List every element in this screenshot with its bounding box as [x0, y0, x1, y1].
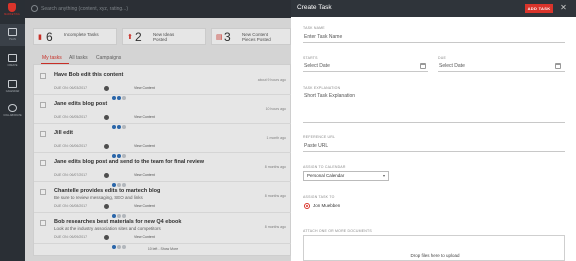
- sidebar-item-label: CALENDAR: [5, 90, 20, 93]
- calendar-select[interactable]: Personal Calendar ▾: [303, 171, 389, 181]
- calendar-select-label: ASSIGN TO CALENDAR: [303, 165, 346, 169]
- calendar-select-value: Personal Calendar: [307, 173, 345, 178]
- brand-logo[interactable]: MARKETING: [4, 3, 20, 19]
- create-task-panel: Create Task ADD TASK ✕ TASK NAME STARTS …: [291, 0, 576, 261]
- sidebar: MARKETING PLAN CREATE CALENDAR COLLABORA…: [0, 0, 25, 261]
- panel-header: Create Task ADD TASK ✕: [291, 0, 576, 17]
- sidebar-item-calendar[interactable]: CALENDAR: [0, 76, 25, 98]
- reference-url-input[interactable]: [303, 140, 565, 152]
- sidebar-item-label: PLAN: [9, 38, 16, 41]
- attach-label: ATTACH ONE OR MORE DOCUMENTS: [303, 229, 372, 233]
- start-date-input[interactable]: [303, 60, 428, 72]
- dropzone-text: Drop files here to upload: [410, 253, 460, 258]
- task-name-input[interactable]: [303, 31, 565, 43]
- sidebar-item-label: CREATE: [7, 64, 18, 67]
- assignee-radio[interactable]: [304, 203, 310, 209]
- create-icon: [8, 54, 17, 62]
- assign-label: ASSIGN TASK TO: [303, 195, 335, 199]
- calendar-icon[interactable]: [420, 63, 426, 69]
- due-date-input[interactable]: [438, 60, 565, 72]
- reference-url-label: REFERENCE URL: [303, 135, 336, 139]
- plan-icon: [8, 28, 17, 36]
- add-task-button[interactable]: ADD TASK: [525, 4, 553, 13]
- chevron-down-icon: ▾: [382, 173, 385, 178]
- sidebar-item-plan[interactable]: PLAN: [0, 24, 25, 46]
- calendar-icon: [8, 80, 17, 88]
- task-explanation-input[interactable]: [303, 92, 565, 123]
- sidebar-item-create[interactable]: CREATE: [0, 50, 25, 72]
- explanation-label: TASK EXPLANATION: [303, 86, 341, 90]
- panel-title: Create Task: [297, 4, 332, 11]
- calendar-icon[interactable]: [555, 63, 561, 69]
- logo-mark: [8, 3, 16, 12]
- task-name-label: TASK NAME: [303, 26, 325, 30]
- modal-backdrop[interactable]: [25, 0, 291, 261]
- file-dropzone[interactable]: Drop files here to upload: [303, 235, 565, 261]
- sidebar-item-collaborate[interactable]: COLLABORATE: [0, 100, 25, 122]
- close-icon[interactable]: ✕: [559, 3, 568, 13]
- assignee-name: Jon Muebben: [313, 203, 341, 208]
- people-icon: [8, 104, 17, 112]
- logo-text: MARKETING: [4, 13, 20, 16]
- sidebar-item-label: COLLABORATE: [3, 114, 22, 117]
